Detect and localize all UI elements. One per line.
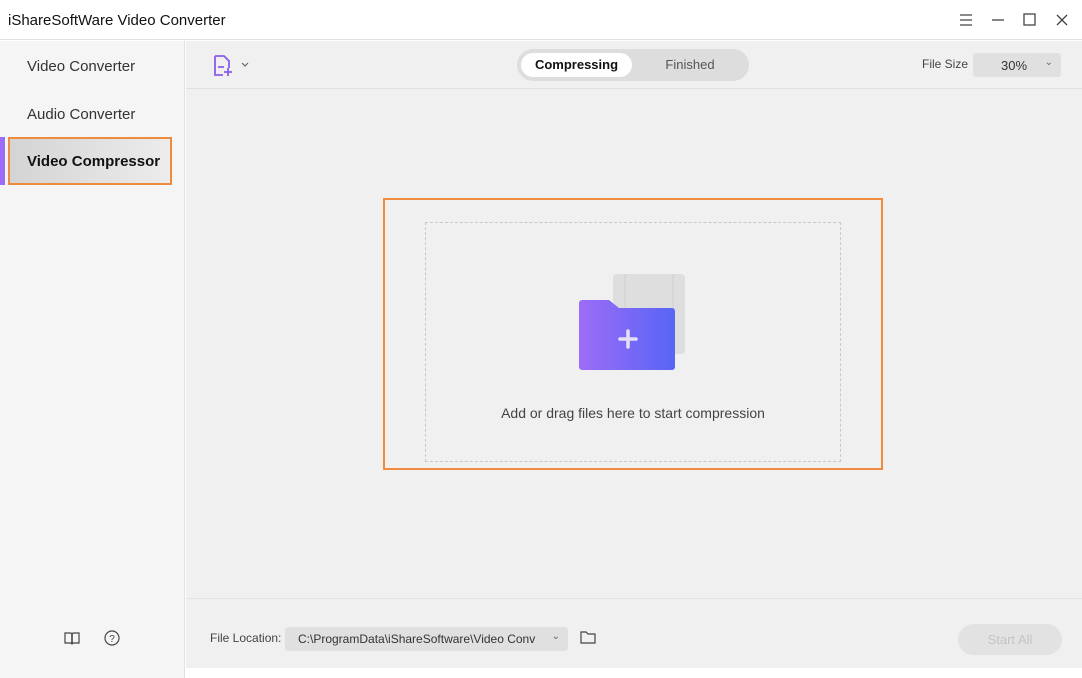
maximize-icon[interactable]: [1020, 10, 1040, 30]
chevron-down-icon: ⌄: [1044, 57, 1053, 68]
svg-text:?: ?: [109, 634, 115, 645]
tab-finished[interactable]: Finished: [637, 53, 743, 77]
file-size-label: File Size: [922, 57, 969, 71]
status-tabs: Compressing Finished: [517, 49, 749, 81]
drop-zone[interactable]: Add or drag files here to start compress…: [383, 198, 883, 470]
sidebar-item-label: Audio Converter: [27, 106, 136, 123]
add-folder-icon: [579, 274, 685, 370]
title-bar: iShareSoftWare Video Converter: [0, 0, 1082, 40]
toolbar: Compressing Finished File Size 30% ⌄: [186, 41, 1082, 89]
sidebar-item-label: Video Converter: [27, 58, 136, 75]
close-icon[interactable]: [1052, 10, 1072, 30]
file-size-value: 30%: [1001, 58, 1028, 73]
sidebar-item-video-compressor[interactable]: Video Compressor: [8, 137, 172, 185]
window-title: iShareSoftWare Video Converter: [8, 12, 226, 29]
file-location-label: File Location:: [210, 631, 282, 645]
add-file-icon[interactable]: [212, 54, 234, 78]
menu-icon[interactable]: [956, 10, 976, 30]
book-icon[interactable]: [63, 629, 81, 647]
active-indicator: [0, 137, 5, 185]
drop-zone-text: Add or drag files here to start compress…: [501, 405, 765, 421]
minimize-icon[interactable]: [988, 10, 1008, 30]
tab-compressing[interactable]: Compressing: [521, 53, 632, 77]
chevron-down-icon: ⌄: [551, 631, 560, 642]
sidebar-item-video-converter[interactable]: Video Converter: [8, 41, 172, 89]
open-folder-icon[interactable]: [580, 630, 596, 644]
chevron-down-icon[interactable]: [240, 61, 250, 69]
start-all-button[interactable]: Start All: [958, 624, 1062, 655]
sidebar: Video Converter Audio Converter Video Co…: [0, 41, 185, 678]
drop-zone-dashed-area: Add or drag files here to start compress…: [425, 222, 841, 462]
file-location-select[interactable]: C:\ProgramData\iShareSoftware\Video Conv…: [285, 627, 568, 651]
main-panel: Compressing Finished File Size 30% ⌄ Add …: [186, 41, 1082, 668]
sidebar-item-label: Video Compressor: [27, 153, 161, 170]
footer-bar: File Location: C:\ProgramData\iShareSoft…: [186, 598, 1082, 668]
file-location-value: C:\ProgramData\iShareSoftware\Video Conv: [298, 632, 536, 646]
bottom-edge: [186, 668, 1082, 678]
file-size-select[interactable]: 30% ⌄: [973, 53, 1061, 77]
help-icon[interactable]: ?: [103, 629, 121, 647]
sidebar-item-audio-converter[interactable]: Audio Converter: [8, 89, 172, 137]
